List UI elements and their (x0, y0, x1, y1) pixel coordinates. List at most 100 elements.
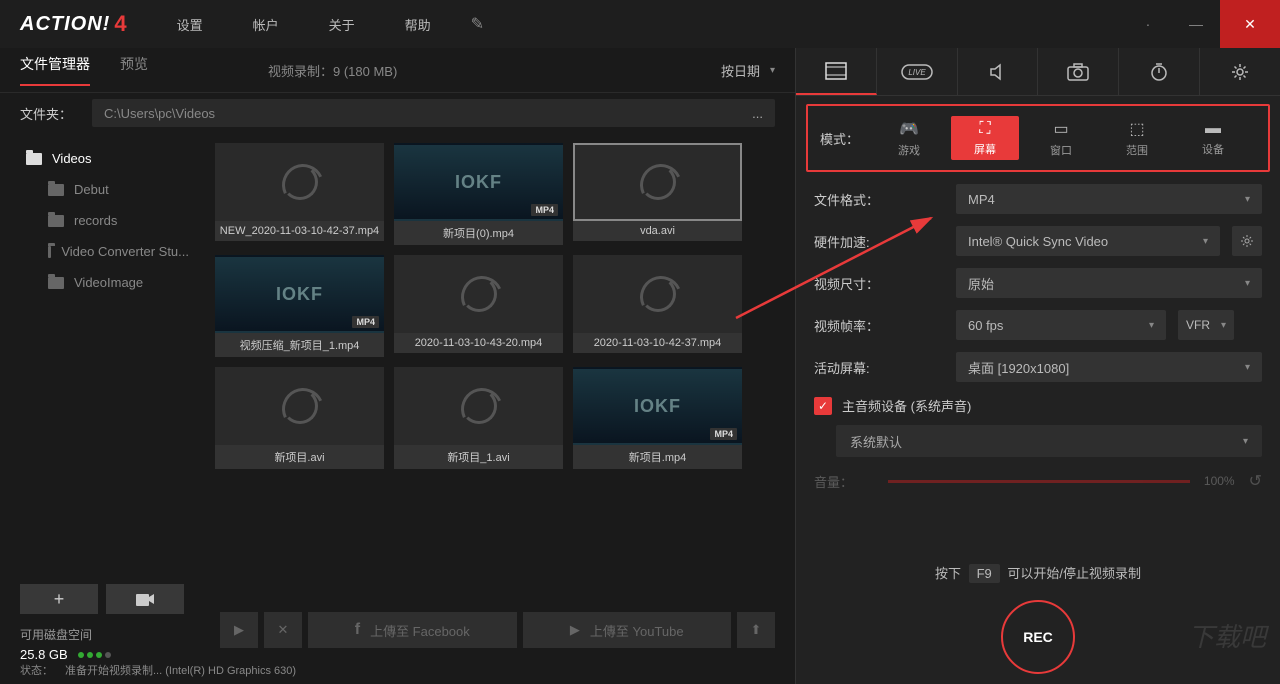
size-select[interactable]: 原始▾ (956, 268, 1262, 298)
close-button[interactable]: ✕ (1220, 0, 1280, 48)
size-label: 视频尺寸： (814, 274, 944, 293)
tab-timer[interactable] (1119, 48, 1200, 95)
active-label: 活动屏幕: (814, 358, 944, 377)
right-panel: LIVE 模式： 🎮 游戏 ⛶ 屏幕 (795, 48, 1280, 684)
mode-game[interactable]: 🎮 游戏 (875, 116, 943, 160)
thumbnail[interactable]: NEW_2020-11-03-10-42-37.mp4 (215, 143, 384, 245)
active-screen-select[interactable]: 桌面 [1920x1080]▾ (956, 352, 1262, 382)
tab-preview[interactable]: 预览 (120, 54, 148, 86)
menu-account[interactable]: 帐户 (253, 15, 279, 34)
hotkey-key: F9 (969, 564, 1000, 583)
brush-icon[interactable]: ✎ (471, 14, 484, 34)
mode-window[interactable]: ▭ 窗口 (1027, 116, 1095, 160)
tree-root-label: Videos (52, 151, 92, 166)
stopwatch-icon (1149, 62, 1169, 82)
thumbnail-name: 新项目.mp4 (573, 445, 742, 469)
thumbnail[interactable]: IOKFMP4新项目.mp4 (573, 367, 742, 469)
thumbnail-name: vda.avi (573, 221, 742, 241)
add-button[interactable]: + (20, 584, 98, 614)
play-button[interactable]: ▶ (220, 612, 258, 648)
menu-help[interactable]: 帮助 (405, 15, 431, 34)
thumbnail[interactable]: IOKFMP4视频压缩_新项目_1.mp4 (215, 255, 384, 357)
tree-root[interactable]: Videos (20, 143, 195, 174)
hw-select[interactable]: Intel® Quick Sync Video▾ (956, 226, 1220, 256)
folder-icon (48, 277, 64, 289)
logo-text: ACTION! (20, 13, 110, 36)
sort-label: 按日期 (721, 61, 760, 80)
tree-item[interactable]: Debut (20, 174, 195, 205)
thumbnail-name: 视频压缩_新项目_1.mp4 (215, 333, 384, 357)
logo-version: 4 (114, 11, 126, 37)
format-select[interactable]: MP4▾ (956, 184, 1262, 214)
window-controls: · — ✕ (1124, 0, 1280, 48)
reset-icon[interactable]: ↺ (1249, 471, 1262, 491)
audio-label: 主音频设备 (系统声音) (842, 396, 971, 415)
tab-video[interactable] (796, 48, 877, 95)
folder-icon (48, 246, 51, 258)
recording-info: 视频录制：9 (180 MB) (268, 61, 397, 80)
status-label: 状态： (20, 662, 53, 678)
thumbnail[interactable]: 新项目_1.avi (394, 367, 563, 469)
folder-path-input[interactable]: C:\Users\pc\Videos ... (92, 99, 775, 127)
upload-facebook-button[interactable]: f 上傳至 Facebook (308, 612, 517, 648)
status-text: 准备开始视频录制... (Intel(R) HD Graphics 630) (65, 662, 296, 678)
folder-icon (48, 184, 64, 196)
mode-screen[interactable]: ⛶ 屏幕 (951, 116, 1019, 160)
thumbnail[interactable]: 新项目.avi (215, 367, 384, 469)
more-icon: ... (752, 106, 763, 121)
tab-audio[interactable] (958, 48, 1039, 95)
upload-youtube-button[interactable]: ▶ 上傳至 YouTube (523, 612, 732, 648)
right-tabs: LIVE (796, 48, 1280, 96)
folder-tree: Videos DebutrecordsVideo Converter Stu..… (20, 143, 195, 574)
thumbnail[interactable]: IOKFMP4新项目(0).mp4 (394, 143, 563, 245)
speaker-icon (989, 63, 1007, 81)
camera-button[interactable] (106, 584, 184, 614)
tree-item[interactable]: VideoImage (20, 267, 195, 298)
region-icon: ⬚ (1129, 119, 1144, 139)
upload-button[interactable]: ⬆ (737, 612, 775, 648)
tab-live[interactable]: LIVE (877, 48, 958, 95)
delete-button[interactable]: ✕ (264, 612, 302, 648)
folder-icon (48, 215, 64, 227)
audio-device-select[interactable]: 系统默认▾ (836, 425, 1262, 457)
audio-checkbox[interactable]: ✓ (814, 397, 832, 415)
tab-screenshot[interactable] (1038, 48, 1119, 95)
hotkey-hint: 按下 F9 可以开始/停止视频录制 (796, 563, 1280, 582)
thumbnail[interactable]: vda.avi (573, 143, 742, 245)
record-button[interactable]: REC (1001, 600, 1075, 674)
thumbnail[interactable]: 2020-11-03-10-42-37.mp4 (573, 255, 742, 357)
mode-device[interactable]: ▬ 设备 (1179, 116, 1247, 160)
volume-slider[interactable] (888, 480, 1190, 483)
thumbnail-name: 2020-11-03-10-42-37.mp4 (573, 333, 742, 353)
thumbnail[interactable]: 2020-11-03-10-43-20.mp4 (394, 255, 563, 357)
mode-region[interactable]: ⬚ 范围 (1103, 116, 1171, 160)
svg-text:LIVE: LIVE (908, 68, 926, 77)
tree-item[interactable]: records (20, 205, 195, 236)
gamepad-icon: 🎮 (899, 119, 919, 139)
menu-about[interactable]: 关于 (329, 15, 355, 34)
yt-label: 上傳至 YouTube (590, 621, 684, 640)
help-button[interactable]: · (1124, 0, 1172, 48)
tab-file-manager[interactable]: 文件管理器 (20, 54, 90, 86)
tree-item[interactable]: Video Converter Stu... (20, 236, 195, 267)
capture-settings: 文件格式： MP4▾ 硬件加速: Intel® Quick Sync Video… (796, 180, 1280, 553)
minimize-button[interactable]: — (1172, 0, 1220, 48)
thumbnail-name: 新项目(0).mp4 (394, 221, 563, 245)
hw-settings-button[interactable] (1232, 226, 1262, 256)
thumbnail-grid: NEW_2020-11-03-10-42-37.mp4IOKFMP4新项目(0)… (215, 143, 775, 574)
tab-settings[interactable] (1200, 48, 1280, 95)
sort-dropdown[interactable]: 按日期 ▾ (721, 61, 775, 80)
window-icon: ▭ (1053, 119, 1068, 139)
logo: ACTION! 4 (20, 11, 127, 37)
hw-label: 硬件加速: (814, 232, 944, 251)
vfr-select[interactable]: VFR▾ (1178, 310, 1234, 340)
fullscreen-icon: ⛶ (979, 120, 990, 138)
fps-select[interactable]: 60 fps▾ (956, 310, 1166, 340)
titlebar: ACTION! 4 设置 帐户 关于 帮助 ✎ · — ✕ (0, 0, 1280, 48)
volume-label: 音量： (814, 472, 874, 491)
folder-icon (26, 153, 42, 165)
status-bar: 状态： 准备开始视频录制... (Intel(R) HD Graphics 63… (0, 656, 795, 684)
thumbnail-name: 2020-11-03-10-43-20.mp4 (394, 333, 563, 353)
menu-settings[interactable]: 设置 (177, 15, 203, 34)
fb-label: 上傳至 Facebook (370, 621, 470, 640)
